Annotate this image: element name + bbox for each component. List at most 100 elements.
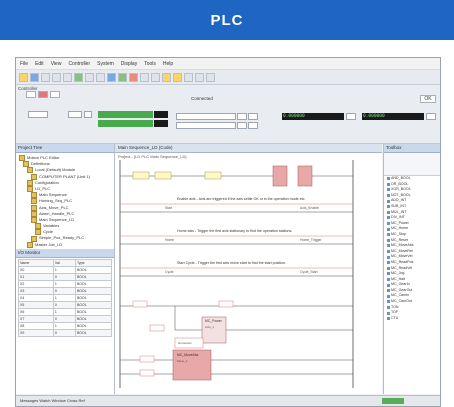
function-block-icon xyxy=(387,261,390,265)
mode-button-run[interactable] xyxy=(38,91,48,98)
comment-icon[interactable] xyxy=(206,72,215,82)
coil-icon[interactable] xyxy=(173,72,182,82)
accel-stepper-up[interactable] xyxy=(248,122,258,129)
editor-subtitle: Project - [LD PLC Main Sequence_LD] xyxy=(118,154,187,159)
menu-view[interactable]: View xyxy=(51,61,62,67)
io-table-cell: BOOL xyxy=(74,322,113,330)
download-icon[interactable] xyxy=(107,72,116,82)
function-block-icon xyxy=(387,244,390,248)
menu-display[interactable]: Display xyxy=(121,61,137,67)
io-monitor-header: I/O Monitor xyxy=(16,249,114,258)
io-table-row[interactable]: X4 1 BOOL xyxy=(18,294,113,302)
zoom-out-icon[interactable] xyxy=(151,72,160,82)
compile-icon[interactable] xyxy=(74,72,83,82)
cut-icon[interactable] xyxy=(41,72,50,82)
mode-button-program[interactable] xyxy=(26,91,36,98)
stop-icon[interactable] xyxy=(129,72,138,82)
menu-system[interactable]: System xyxy=(97,61,114,67)
function-block-icon[interactable] xyxy=(184,72,193,82)
comment-rung-2[interactable]: Home axis - Trigger the first axis stati… xyxy=(120,229,353,245)
function-block-icon xyxy=(387,311,390,315)
rung-contact-label: Start xyxy=(165,206,172,210)
toolbox-filter[interactable] xyxy=(384,153,440,176)
wire-icon[interactable] xyxy=(195,72,204,82)
io-table-row[interactable]: X8 1 BOOL xyxy=(18,322,113,330)
toolbox-item[interactable]: CTU xyxy=(384,316,440,322)
open-icon[interactable] xyxy=(19,72,28,82)
io-table-cell: BOOL xyxy=(74,301,113,309)
io-table-row[interactable]: X3 0 BOOL xyxy=(18,287,113,295)
status-tabs[interactable]: Messages Watch Window Cross Ref xyxy=(20,398,85,403)
save-icon[interactable] xyxy=(30,72,39,82)
rung-0[interactable] xyxy=(120,165,353,187)
menu-help[interactable]: Help xyxy=(163,61,173,67)
io-table-row[interactable]: X6 1 BOOL xyxy=(18,308,113,316)
comment-rung-3[interactable]: Start Cycle - Trigger the first axis mov… xyxy=(120,261,353,277)
function-block-icon xyxy=(387,266,390,270)
editor-tab-label: Main Sequence_LD (Code) xyxy=(118,145,173,150)
menu-tools[interactable]: Tools xyxy=(144,61,156,67)
menu-file[interactable]: File xyxy=(20,61,28,67)
io-table-cell: BOOL xyxy=(74,308,113,316)
run-icon[interactable] xyxy=(118,72,127,82)
menu-edit[interactable]: Edit xyxy=(35,61,44,67)
io-table-row[interactable]: Name Val Type xyxy=(18,259,113,267)
contact[interactable] xyxy=(132,300,148,308)
speed-stepper-down[interactable] xyxy=(237,113,247,120)
file-icon xyxy=(35,223,41,230)
io-table-cell: 1 xyxy=(52,322,76,330)
io-table-cell: BOOL xyxy=(74,329,113,337)
editor-tab[interactable]: Main Sequence_LD (Code) xyxy=(115,144,382,153)
rung-comment: Enable axis - Axis are triggered if the … xyxy=(177,197,305,201)
io-table-cell: BOOL xyxy=(74,280,113,288)
io-table-row[interactable]: X5 0 BOOL xyxy=(18,301,113,309)
contact[interactable] xyxy=(218,300,234,308)
redo-icon[interactable] xyxy=(96,72,105,82)
contact[interactable] xyxy=(154,171,172,180)
project-tree-header: Project Tree xyxy=(16,144,114,153)
velocity-button[interactable] xyxy=(426,113,436,120)
menu-controller[interactable]: Controller xyxy=(68,61,90,67)
io-table-row[interactable]: X7 0 BOOL xyxy=(18,315,113,323)
unit-field[interactable] xyxy=(68,111,82,118)
io-table-row[interactable]: X1 0 BOOL xyxy=(18,273,113,281)
undo-icon[interactable] xyxy=(85,72,94,82)
speed-input[interactable] xyxy=(176,113,236,120)
ok-button[interactable]: OK xyxy=(420,95,436,103)
contact[interactable] xyxy=(139,369,155,377)
io-table-cell: 0 xyxy=(52,273,76,281)
toolbox-panel: Toolbox AND_BOOL OR_BOOL XOR_BOOL NOT_BOOL A… xyxy=(383,144,440,394)
svg-text:MC_MoveAbs: MC_MoveAbs xyxy=(177,353,199,357)
contact-icon[interactable] xyxy=(162,72,171,82)
comment-rung-1[interactable]: Enable axis - Axis are triggered if the … xyxy=(120,197,353,213)
accel-stepper-down[interactable] xyxy=(237,122,247,129)
function-block[interactable] xyxy=(297,165,313,187)
copy-icon[interactable] xyxy=(52,72,61,82)
contact[interactable] xyxy=(139,355,155,363)
paste-icon[interactable] xyxy=(63,72,72,82)
io-table-cell: Name xyxy=(18,259,54,267)
zoom-in-icon[interactable] xyxy=(140,72,149,82)
folder-icon xyxy=(27,179,33,186)
contact[interactable] xyxy=(149,324,165,332)
position-button[interactable] xyxy=(346,113,356,120)
station-field[interactable] xyxy=(28,111,48,118)
io-table-cell: 0 xyxy=(52,315,76,323)
speed-stepper-up[interactable] xyxy=(248,113,258,120)
accel-input[interactable] xyxy=(176,122,236,129)
io-table-row[interactable]: X2 1 BOOL xyxy=(18,280,113,288)
contact[interactable] xyxy=(132,171,150,180)
contact[interactable] xyxy=(204,171,222,180)
rung-coil-label: Axis_Enable xyxy=(300,206,319,210)
function-block-network[interactable]: MC_Power Axis_1 HomeAxis MC_MoveAbs Move… xyxy=(120,300,353,381)
unit-stepper[interactable] xyxy=(84,111,92,118)
io-table-row[interactable]: X9 0 BOOL xyxy=(18,329,113,337)
function-block[interactable] xyxy=(272,165,288,187)
rung-coil-label: Cycle_Start xyxy=(300,270,318,274)
io-table-row[interactable]: X0 1 BOOL xyxy=(18,266,113,274)
folder-icon xyxy=(27,186,33,193)
mode-button-stop[interactable] xyxy=(50,91,60,98)
tree-item[interactable]: Master Job_LD xyxy=(19,242,114,248)
function-block-icon xyxy=(387,205,390,209)
io-table-cell: 0 xyxy=(52,329,76,337)
